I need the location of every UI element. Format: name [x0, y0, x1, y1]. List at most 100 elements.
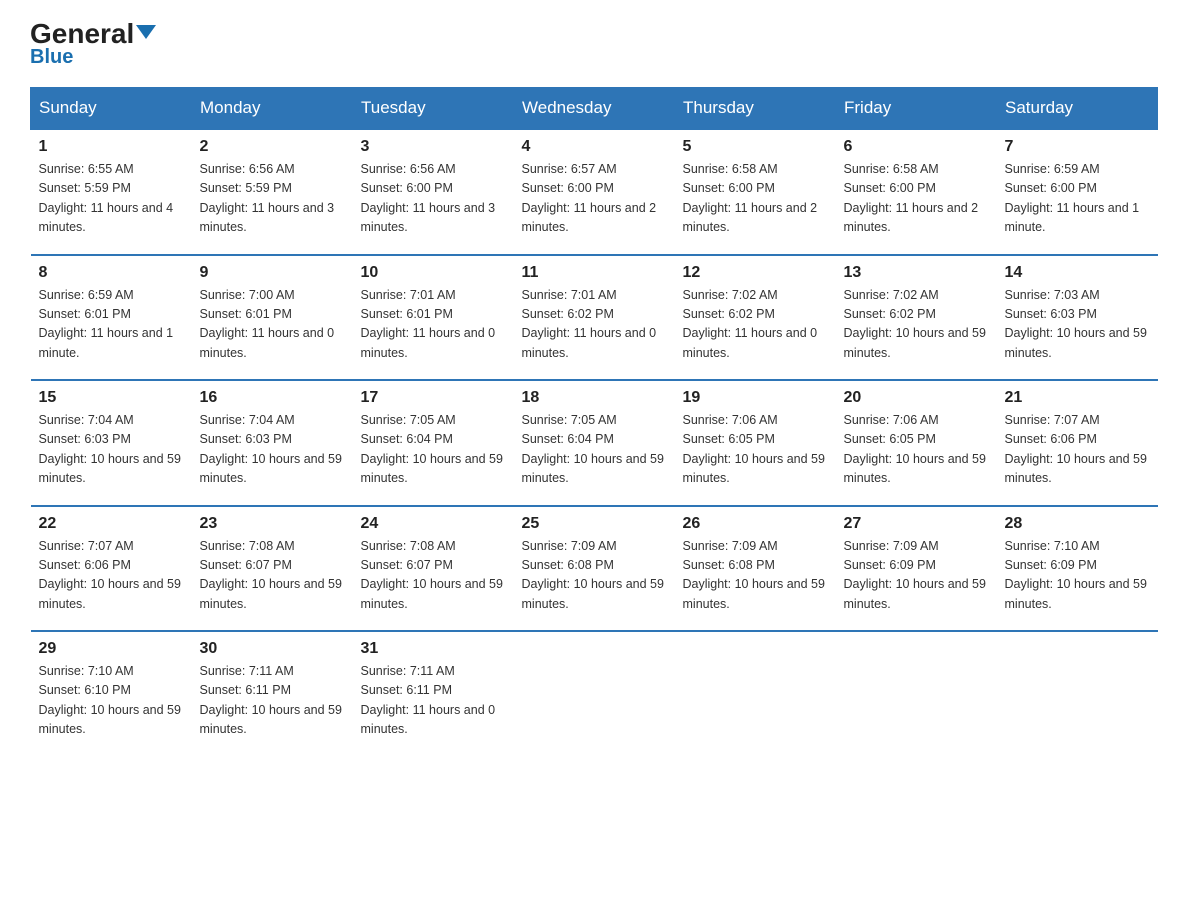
day-number: 8	[39, 264, 184, 282]
day-number: 13	[844, 264, 989, 282]
calendar-cell: 25 Sunrise: 7:09 AM Sunset: 6:08 PM Dayl…	[514, 506, 675, 632]
page-header: General Blue	[30, 20, 1158, 69]
day-info: Sunrise: 7:05 AM Sunset: 6:04 PM Dayligh…	[522, 411, 667, 489]
day-info: Sunrise: 7:02 AM Sunset: 6:02 PM Dayligh…	[683, 286, 828, 364]
calendar-cell: 23 Sunrise: 7:08 AM Sunset: 6:07 PM Dayl…	[192, 506, 353, 632]
day-number: 18	[522, 389, 667, 407]
weekday-header-sunday: Sunday	[31, 88, 192, 130]
calendar-cell: 21 Sunrise: 7:07 AM Sunset: 6:06 PM Dayl…	[997, 380, 1158, 506]
day-number: 14	[1005, 264, 1150, 282]
day-number: 15	[39, 389, 184, 407]
day-number: 10	[361, 264, 506, 282]
day-number: 25	[522, 515, 667, 533]
day-number: 26	[683, 515, 828, 533]
day-info: Sunrise: 7:04 AM Sunset: 6:03 PM Dayligh…	[39, 411, 184, 489]
day-number: 24	[361, 515, 506, 533]
weekday-header-monday: Monday	[192, 88, 353, 130]
day-info: Sunrise: 6:59 AM Sunset: 6:00 PM Dayligh…	[1005, 160, 1150, 238]
day-info: Sunrise: 7:07 AM Sunset: 6:06 PM Dayligh…	[39, 537, 184, 615]
calendar-cell: 30 Sunrise: 7:11 AM Sunset: 6:11 PM Dayl…	[192, 631, 353, 756]
day-info: Sunrise: 7:03 AM Sunset: 6:03 PM Dayligh…	[1005, 286, 1150, 364]
weekday-header-row: SundayMondayTuesdayWednesdayThursdayFrid…	[31, 88, 1158, 130]
day-info: Sunrise: 7:09 AM Sunset: 6:08 PM Dayligh…	[683, 537, 828, 615]
day-info: Sunrise: 7:01 AM Sunset: 6:02 PM Dayligh…	[522, 286, 667, 364]
day-number: 5	[683, 138, 828, 156]
calendar-cell: 27 Sunrise: 7:09 AM Sunset: 6:09 PM Dayl…	[836, 506, 997, 632]
weekday-header-friday: Friday	[836, 88, 997, 130]
calendar-cell: 14 Sunrise: 7:03 AM Sunset: 6:03 PM Dayl…	[997, 255, 1158, 381]
calendar-cell: 2 Sunrise: 6:56 AM Sunset: 5:59 PM Dayli…	[192, 129, 353, 255]
logo-triangle-icon	[136, 25, 156, 39]
week-row-3: 15 Sunrise: 7:04 AM Sunset: 6:03 PM Dayl…	[31, 380, 1158, 506]
calendar-cell: 29 Sunrise: 7:10 AM Sunset: 6:10 PM Dayl…	[31, 631, 192, 756]
day-info: Sunrise: 6:55 AM Sunset: 5:59 PM Dayligh…	[39, 160, 184, 238]
day-info: Sunrise: 7:04 AM Sunset: 6:03 PM Dayligh…	[200, 411, 345, 489]
day-info: Sunrise: 7:09 AM Sunset: 6:08 PM Dayligh…	[522, 537, 667, 615]
day-number: 11	[522, 264, 667, 282]
calendar-cell: 7 Sunrise: 6:59 AM Sunset: 6:00 PM Dayli…	[997, 129, 1158, 255]
calendar-cell: 31 Sunrise: 7:11 AM Sunset: 6:11 PM Dayl…	[353, 631, 514, 756]
day-number: 2	[200, 138, 345, 156]
day-info: Sunrise: 6:58 AM Sunset: 6:00 PM Dayligh…	[683, 160, 828, 238]
day-number: 23	[200, 515, 345, 533]
day-info: Sunrise: 7:11 AM Sunset: 6:11 PM Dayligh…	[361, 662, 506, 740]
calendar-cell: 18 Sunrise: 7:05 AM Sunset: 6:04 PM Dayl…	[514, 380, 675, 506]
day-number: 29	[39, 640, 184, 658]
calendar-cell: 10 Sunrise: 7:01 AM Sunset: 6:01 PM Dayl…	[353, 255, 514, 381]
day-info: Sunrise: 6:59 AM Sunset: 6:01 PM Dayligh…	[39, 286, 184, 364]
calendar-cell: 24 Sunrise: 7:08 AM Sunset: 6:07 PM Dayl…	[353, 506, 514, 632]
calendar-cell: 3 Sunrise: 6:56 AM Sunset: 6:00 PM Dayli…	[353, 129, 514, 255]
week-row-5: 29 Sunrise: 7:10 AM Sunset: 6:10 PM Dayl…	[31, 631, 1158, 756]
logo-blue-text: Blue	[30, 46, 73, 69]
day-number: 9	[200, 264, 345, 282]
day-number: 4	[522, 138, 667, 156]
day-number: 1	[39, 138, 184, 156]
day-info: Sunrise: 6:57 AM Sunset: 6:00 PM Dayligh…	[522, 160, 667, 238]
day-number: 30	[200, 640, 345, 658]
calendar-cell: 11 Sunrise: 7:01 AM Sunset: 6:02 PM Dayl…	[514, 255, 675, 381]
calendar-cell: 22 Sunrise: 7:07 AM Sunset: 6:06 PM Dayl…	[31, 506, 192, 632]
calendar-cell: 9 Sunrise: 7:00 AM Sunset: 6:01 PM Dayli…	[192, 255, 353, 381]
day-info: Sunrise: 7:07 AM Sunset: 6:06 PM Dayligh…	[1005, 411, 1150, 489]
calendar-cell	[675, 631, 836, 756]
week-row-1: 1 Sunrise: 6:55 AM Sunset: 5:59 PM Dayli…	[31, 129, 1158, 255]
day-info: Sunrise: 7:02 AM Sunset: 6:02 PM Dayligh…	[844, 286, 989, 364]
day-info: Sunrise: 6:58 AM Sunset: 6:00 PM Dayligh…	[844, 160, 989, 238]
weekday-header-tuesday: Tuesday	[353, 88, 514, 130]
day-number: 20	[844, 389, 989, 407]
calendar-cell: 13 Sunrise: 7:02 AM Sunset: 6:02 PM Dayl…	[836, 255, 997, 381]
day-info: Sunrise: 6:56 AM Sunset: 6:00 PM Dayligh…	[361, 160, 506, 238]
calendar-cell: 6 Sunrise: 6:58 AM Sunset: 6:00 PM Dayli…	[836, 129, 997, 255]
day-number: 22	[39, 515, 184, 533]
day-info: Sunrise: 7:08 AM Sunset: 6:07 PM Dayligh…	[361, 537, 506, 615]
day-number: 3	[361, 138, 506, 156]
weekday-header-wednesday: Wednesday	[514, 88, 675, 130]
calendar-cell	[514, 631, 675, 756]
day-number: 7	[1005, 138, 1150, 156]
day-info: Sunrise: 7:06 AM Sunset: 6:05 PM Dayligh…	[683, 411, 828, 489]
day-number: 6	[844, 138, 989, 156]
calendar-cell: 20 Sunrise: 7:06 AM Sunset: 6:05 PM Dayl…	[836, 380, 997, 506]
calendar-cell: 4 Sunrise: 6:57 AM Sunset: 6:00 PM Dayli…	[514, 129, 675, 255]
calendar-cell	[997, 631, 1158, 756]
calendar-cell: 17 Sunrise: 7:05 AM Sunset: 6:04 PM Dayl…	[353, 380, 514, 506]
day-info: Sunrise: 7:11 AM Sunset: 6:11 PM Dayligh…	[200, 662, 345, 740]
day-number: 27	[844, 515, 989, 533]
day-info: Sunrise: 7:09 AM Sunset: 6:09 PM Dayligh…	[844, 537, 989, 615]
calendar-cell: 28 Sunrise: 7:10 AM Sunset: 6:09 PM Dayl…	[997, 506, 1158, 632]
calendar-cell: 15 Sunrise: 7:04 AM Sunset: 6:03 PM Dayl…	[31, 380, 192, 506]
day-number: 31	[361, 640, 506, 658]
weekday-header-saturday: Saturday	[997, 88, 1158, 130]
logo: General Blue	[30, 20, 156, 69]
calendar-cell: 8 Sunrise: 6:59 AM Sunset: 6:01 PM Dayli…	[31, 255, 192, 381]
calendar-cell: 12 Sunrise: 7:02 AM Sunset: 6:02 PM Dayl…	[675, 255, 836, 381]
day-number: 17	[361, 389, 506, 407]
calendar-cell: 19 Sunrise: 7:06 AM Sunset: 6:05 PM Dayl…	[675, 380, 836, 506]
day-number: 28	[1005, 515, 1150, 533]
weekday-header-thursday: Thursday	[675, 88, 836, 130]
week-row-2: 8 Sunrise: 6:59 AM Sunset: 6:01 PM Dayli…	[31, 255, 1158, 381]
day-number: 21	[1005, 389, 1150, 407]
day-number: 19	[683, 389, 828, 407]
logo-general-text: General	[30, 20, 156, 48]
day-info: Sunrise: 7:10 AM Sunset: 6:09 PM Dayligh…	[1005, 537, 1150, 615]
